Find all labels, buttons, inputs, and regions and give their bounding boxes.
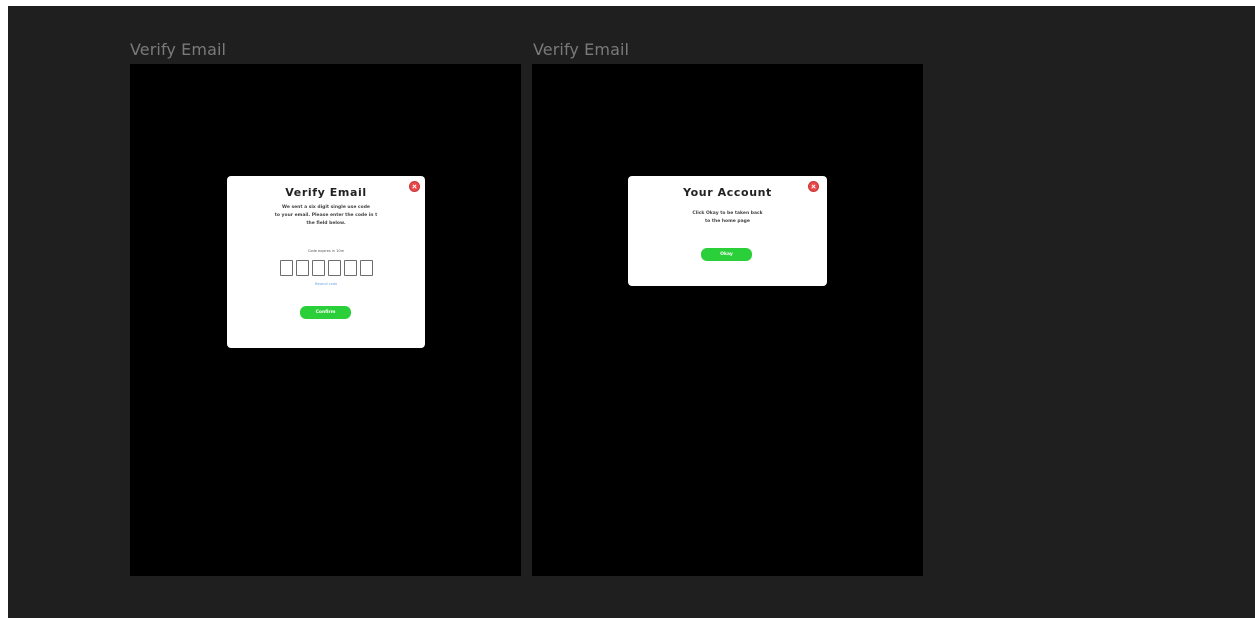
design-canvas: Verify Email Verify Email We sent a six …: [8, 6, 1255, 618]
code-input-group: [227, 260, 425, 276]
okay-button[interactable]: Okay: [701, 248, 752, 261]
frame-verify-email: Verify Email We sent a six digit single …: [130, 64, 521, 576]
code-digit-input-5[interactable]: [343, 260, 357, 276]
code-digit-input-6[interactable]: [359, 260, 373, 276]
frame-label-verify-email-2[interactable]: Verify Email: [533, 41, 629, 59]
code-digit-input-2[interactable]: [295, 260, 309, 276]
frame-your-account: Your Account Click Okay to be taken back…: [532, 64, 923, 576]
frame-label-verify-email[interactable]: Verify Email: [130, 41, 226, 59]
code-digit-input-4[interactable]: [327, 260, 341, 276]
resend-code-link[interactable]: Resend code: [227, 282, 425, 286]
code-digit-input-1[interactable]: [279, 260, 293, 276]
code-expiry-note: Code expires in 10m: [307, 249, 345, 253]
modal-body-line: the field below.: [306, 221, 346, 226]
modal-body-line: We sent a six digit single use code: [282, 205, 370, 210]
verify-email-modal: Verify Email We sent a six digit single …: [227, 176, 425, 348]
modal-title: Your Account: [683, 186, 772, 199]
code-digit-input-3[interactable]: [311, 260, 325, 276]
your-account-modal: Your Account Click Okay to be taken back…: [628, 176, 827, 286]
modal-body-line: to your email. Please enter the code in …: [274, 213, 378, 218]
modal-body-line: Click Okay to be taken back: [692, 211, 763, 216]
modal-body: We sent a six digit single use code to y…: [227, 204, 425, 228]
modal-title: Verify Email: [285, 186, 367, 199]
confirm-button[interactable]: Confirm: [300, 306, 351, 319]
modal-body-line: to the home page: [705, 219, 750, 224]
modal-body: Click Okay to be taken back to the home …: [628, 210, 827, 226]
